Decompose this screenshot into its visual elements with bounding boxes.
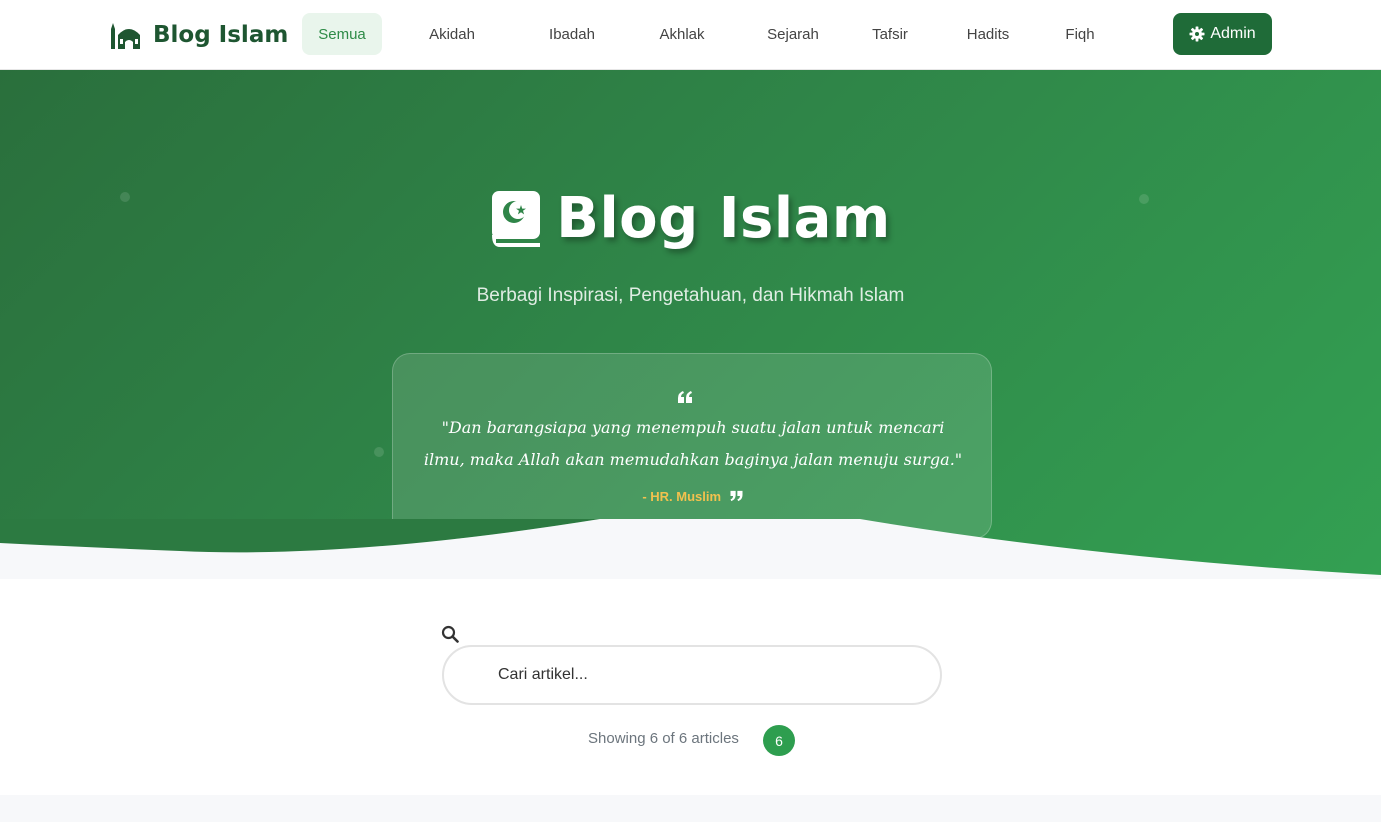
nav-links: Semua Akidah Ibadah Akhlak Sejarah Tafsi… <box>302 13 1115 55</box>
brand-logo[interactable]: Blog Islam <box>111 18 288 52</box>
nav-item-tafsir[interactable]: Tafsir <box>855 13 925 55</box>
nav-item-ibadah[interactable]: Ibadah <box>532 13 612 55</box>
navbar: Blog Islam Semua Akidah Ibadah Akhlak Se… <box>0 0 1381 70</box>
search-icon <box>441 625 459 643</box>
results-count-badge: 6 <box>763 725 795 756</box>
quote-text: "Dan barangsiapa yang menempuh suatu jal… <box>423 418 963 469</box>
admin-button[interactable]: Admin <box>1173 13 1272 55</box>
quote-source: - HR. Muslim <box>642 489 722 504</box>
nav-item-semua[interactable]: Semua <box>302 13 382 55</box>
hero-subtitle: Berbagi Inspirasi, Pengetahuan, dan Hikm… <box>476 285 905 306</box>
hero-wave <box>0 519 1381 579</box>
brand-name: Blog Islam <box>153 22 289 48</box>
articles-section-top <box>0 795 1381 822</box>
decor-dot <box>374 447 384 457</box>
hero-section: Blog Islam Berbagi Inspirasi, Pengetahua… <box>0 70 1381 579</box>
quote-source-line: - HR. Muslim <box>393 489 993 504</box>
search-box <box>442 645 942 705</box>
nav-item-hadits[interactable]: Hadits <box>948 13 1028 55</box>
quote-close-icon <box>730 490 743 502</box>
nav-item-akidah[interactable]: Akidah <box>402 13 502 55</box>
nav-item-sejarah[interactable]: Sejarah <box>748 13 838 55</box>
mosque-icon <box>111 23 140 49</box>
hero-heading: Blog Islam <box>556 186 891 251</box>
quran-icon <box>492 190 541 247</box>
search-input[interactable] <box>498 647 918 703</box>
gear-icon <box>1189 26 1205 42</box>
quote-open-icon <box>678 391 692 403</box>
quote-card: "Dan barangsiapa yang menempuh suatu jal… <box>392 353 992 539</box>
nav-item-akhlak[interactable]: Akhlak <box>642 13 722 55</box>
admin-label: Admin <box>1210 25 1256 42</box>
nav-item-fiqh[interactable]: Fiqh <box>1045 13 1115 55</box>
hero-title: Blog Islam <box>0 186 1381 251</box>
results-count-text: Showing 6 of 6 articles <box>588 730 739 747</box>
